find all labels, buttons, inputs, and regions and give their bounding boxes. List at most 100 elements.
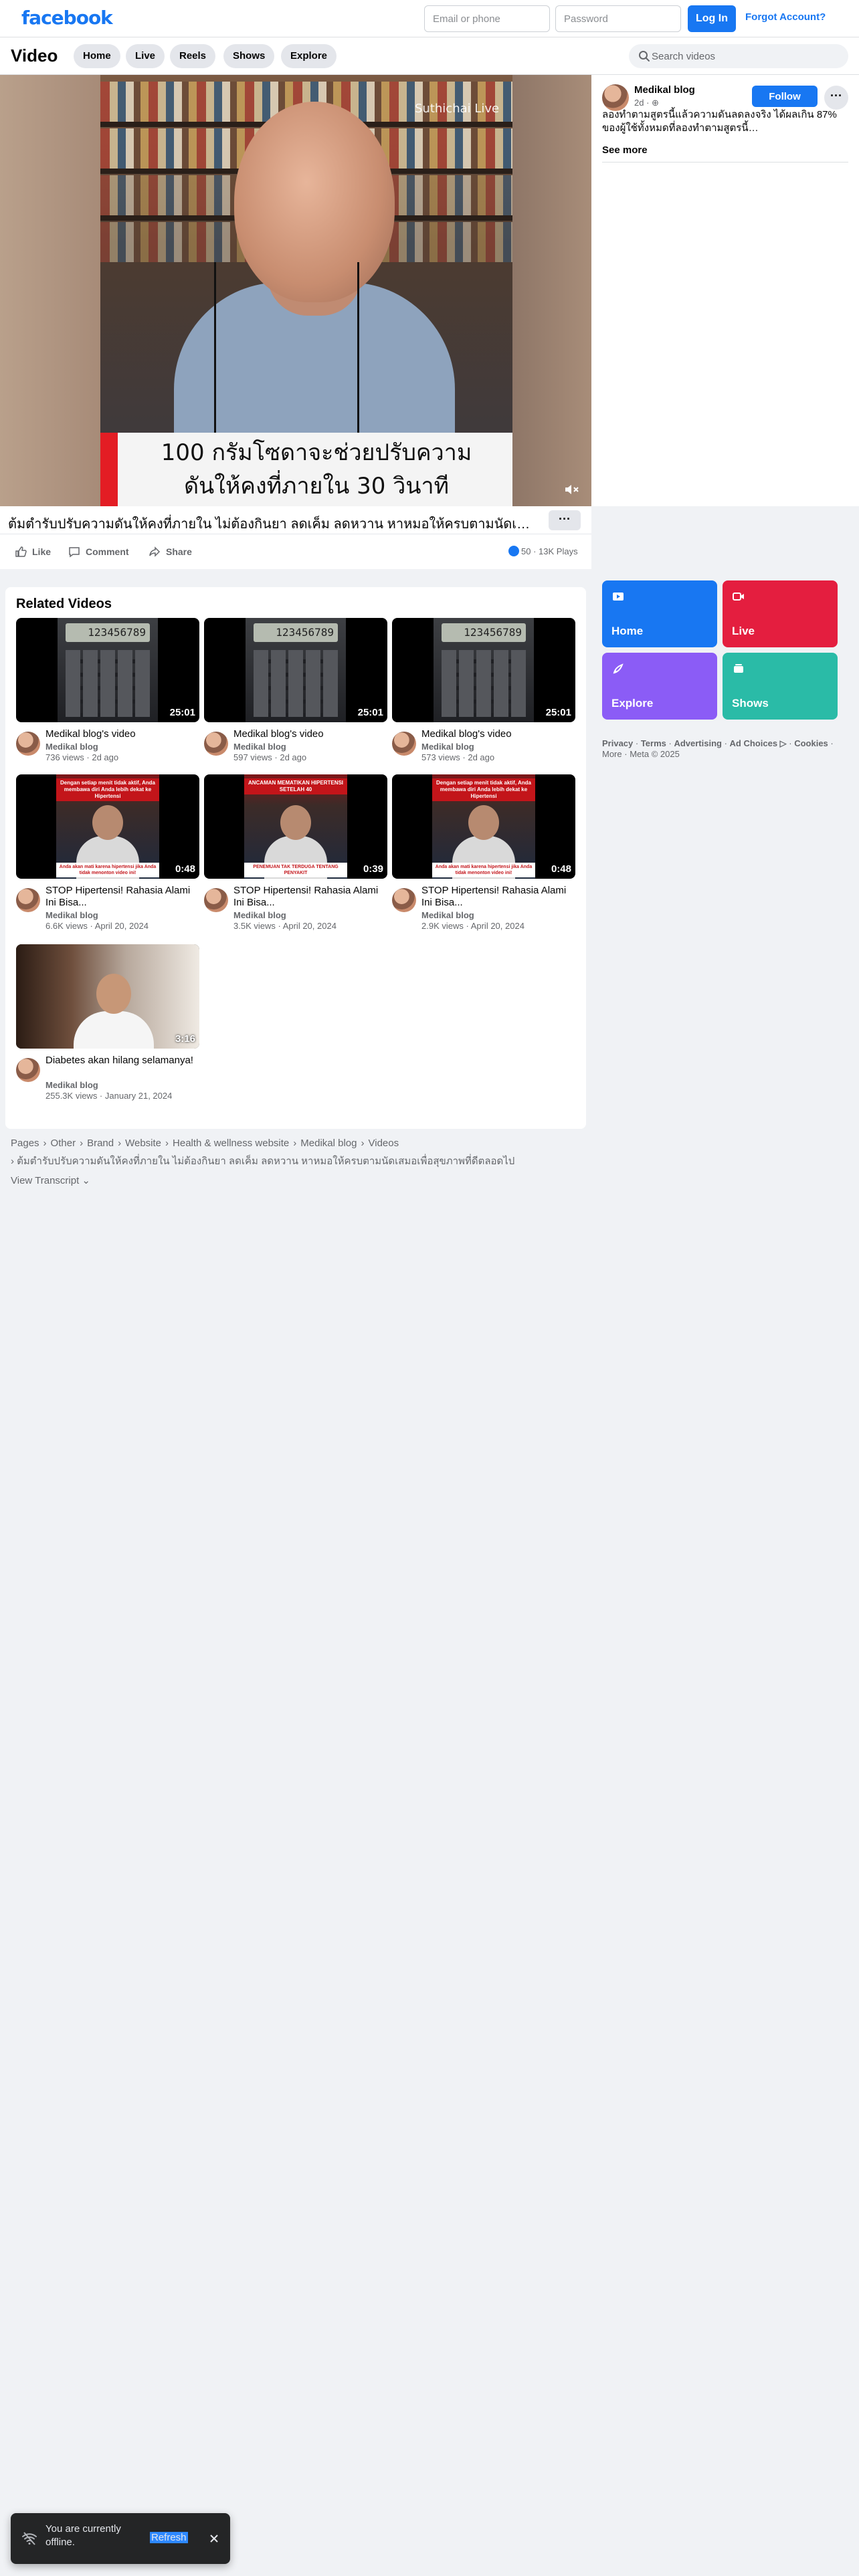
player-blur-right bbox=[512, 75, 591, 506]
tile-shows[interactable]: Shows bbox=[723, 653, 838, 720]
tile-explore[interactable]: Explore bbox=[602, 653, 717, 720]
video-title: ต้มตำรับปรับความดันให้คงที่ภายใน ไม่ต้อง… bbox=[8, 517, 537, 532]
footer-link-privacy[interactable]: Privacy bbox=[602, 738, 633, 748]
related-video-card[interactable]: 123456789 25:01 Medikal blog's video Medika… bbox=[392, 618, 575, 778]
mute-icon[interactable] bbox=[563, 481, 579, 498]
video-title[interactable]: Medikal blog's video bbox=[233, 728, 385, 740]
video-player[interactable]: Suthichai Live 100 กรัมโซดาจะช่วยปรับควา… bbox=[0, 75, 591, 506]
see-more-link[interactable]: See more bbox=[602, 144, 648, 156]
reaction-summary[interactable]: 50 · 13K Plays bbox=[508, 545, 578, 558]
like-button[interactable]: Like bbox=[15, 545, 51, 558]
related-video-card[interactable]: 123456789 25:01 Medikal blog's video Medika… bbox=[204, 618, 387, 778]
video-icon bbox=[613, 593, 624, 601]
tab-shows[interactable]: Shows bbox=[223, 44, 275, 68]
comment-button[interactable]: Comment bbox=[68, 545, 129, 558]
calculator-screen: 123456789 bbox=[442, 623, 526, 642]
page-title: Video bbox=[11, 45, 58, 66]
breadcrumb-item[interactable]: Brand bbox=[87, 1138, 114, 1149]
breadcrumb-item[interactable]: Health & wellness website bbox=[173, 1138, 289, 1149]
breadcrumb-item[interactable]: Website bbox=[125, 1138, 161, 1149]
channel-name[interactable]: Medikal blog bbox=[45, 910, 98, 920]
doctor-coat bbox=[74, 1011, 154, 1049]
breadcrumb-item[interactable]: Other bbox=[51, 1138, 76, 1149]
search-icon bbox=[639, 51, 650, 62]
channel-name[interactable]: Medikal blog bbox=[421, 910, 474, 920]
video-more-button[interactable]: ··· bbox=[549, 510, 581, 530]
tab-reels[interactable]: Reels bbox=[170, 44, 216, 68]
speaker-head bbox=[280, 805, 311, 840]
follow-button[interactable]: Follow bbox=[752, 86, 818, 107]
video-meta: 255.3K views · January 21, 2024 bbox=[45, 1091, 173, 1101]
channel-name[interactable]: Medikal blog bbox=[45, 742, 98, 752]
channel-name[interactable]: Medikal blog bbox=[421, 742, 474, 752]
related-video-card[interactable]: 3:16 Diabetes akan hilang selamanya! Medik… bbox=[16, 944, 199, 1105]
channel-name[interactable]: Medikal blog bbox=[634, 84, 695, 96]
breadcrumb-item[interactable]: Medikal blog bbox=[300, 1138, 357, 1149]
avatar[interactable] bbox=[392, 732, 416, 756]
video-title[interactable]: STOP Hipertensi! Rahasia Alami Ini Bisa.… bbox=[45, 885, 197, 909]
email-field[interactable] bbox=[424, 5, 550, 32]
share-button[interactable]: Share bbox=[149, 545, 192, 558]
thumbnail-subtitle: Anda akan mati karena hipertensi jika An… bbox=[56, 863, 159, 877]
footer-link-cookies[interactable]: Cookies bbox=[794, 738, 828, 748]
avatar[interactable] bbox=[204, 888, 228, 912]
channel-name[interactable]: Medikal blog bbox=[45, 1080, 98, 1090]
video-thumbnail[interactable]: Dengan setiap menit tidak aktif, Anda me… bbox=[16, 774, 199, 879]
view-transcript-link[interactable]: View Transcript ⌄ bbox=[11, 1174, 90, 1186]
password-field[interactable] bbox=[555, 5, 681, 32]
video-title-bar: ต้มตำรับปรับความดันให้คงที่ภายใน ไม่ต้อง… bbox=[0, 506, 591, 534]
login-button[interactable]: Log In bbox=[688, 5, 736, 32]
close-icon[interactable] bbox=[209, 2533, 219, 2544]
video-meta: 597 views · 2d ago bbox=[233, 752, 307, 762]
footer-copyright: Meta © 2025 bbox=[630, 749, 680, 759]
video-title[interactable]: Medikal blog's video bbox=[421, 728, 573, 740]
channel-name[interactable]: Medikal blog bbox=[233, 910, 286, 920]
avatar[interactable] bbox=[16, 732, 40, 756]
video-title[interactable]: Diabetes akan hilang selamanya! bbox=[45, 1055, 197, 1067]
related-video-card[interactable]: ANCAMAN MEMATIKAN HIPERTENSI SETELAH 40 P… bbox=[204, 774, 387, 935]
avatar[interactable] bbox=[392, 888, 416, 912]
related-videos-section: Related Videos 123456789 25:01 Medikal blo… bbox=[5, 587, 586, 1129]
avatar[interactable] bbox=[16, 1058, 40, 1082]
info-more-button[interactable]: ··· bbox=[824, 86, 848, 110]
avatar[interactable] bbox=[602, 84, 629, 111]
tile-live[interactable]: Live bbox=[723, 580, 838, 647]
related-video-card[interactable]: Dengan setiap menit tidak aktif, Anda me… bbox=[16, 774, 199, 935]
footer-links: Privacy · Terms · Advertising · Ad Choic… bbox=[602, 738, 834, 759]
footer-link-more[interactable]: More bbox=[602, 749, 622, 759]
avatar[interactable] bbox=[204, 732, 228, 756]
video-title[interactable]: STOP Hipertensi! Rahasia Alami Ini Bisa.… bbox=[421, 885, 573, 909]
post-time[interactable]: 2d · ⊕ bbox=[634, 98, 659, 108]
channel-name[interactable]: Medikal blog bbox=[233, 742, 286, 752]
thumbnail-banner: ANCAMAN MEMATIKAN HIPERTENSI SETELAH 40 bbox=[244, 778, 347, 794]
related-video-card[interactable]: 123456789 25:01 Medikal blog's video Medika… bbox=[16, 618, 199, 778]
tab-live[interactable]: Live bbox=[126, 44, 165, 68]
forgot-account-link[interactable]: Forgot Account? bbox=[745, 11, 826, 23]
footer-link-terms[interactable]: Terms bbox=[641, 738, 666, 748]
share-label: Share bbox=[166, 546, 192, 557]
related-video-card[interactable]: Dengan setiap menit tidak aktif, Anda me… bbox=[392, 774, 575, 935]
footer-link-ad-choices[interactable]: Ad Choices ▷ bbox=[730, 738, 787, 748]
video-title[interactable]: Medikal blog's video bbox=[45, 728, 197, 740]
video-thumbnail[interactable]: ANCAMAN MEMATIKAN HIPERTENSI SETELAH 40 P… bbox=[204, 774, 387, 879]
video-thumbnail[interactable]: 123456789 25:01 bbox=[16, 618, 199, 722]
search-input[interactable] bbox=[652, 44, 839, 68]
tile-home[interactable]: Home bbox=[602, 580, 717, 647]
facebook-logo[interactable]: facebook bbox=[21, 7, 113, 29]
footer-link-advertising[interactable]: Advertising bbox=[674, 738, 722, 748]
breadcrumb-item[interactable]: Videos bbox=[369, 1138, 399, 1149]
related-videos-title: Related Videos bbox=[16, 597, 112, 611]
video-thumbnail[interactable]: 123456789 25:01 bbox=[392, 618, 575, 722]
calculator-image: 123456789 bbox=[434, 618, 534, 722]
video-duration: 0:39 bbox=[363, 863, 383, 875]
video-thumbnail[interactable]: 3:16 bbox=[16, 944, 199, 1049]
breadcrumb-item[interactable]: Pages bbox=[11, 1138, 39, 1149]
video-title[interactable]: STOP Hipertensi! Rahasia Alami Ini Bisa.… bbox=[233, 885, 385, 909]
tab-explore[interactable]: Explore bbox=[281, 44, 337, 68]
video-thumbnail[interactable]: Dengan setiap menit tidak aktif, Anda me… bbox=[392, 774, 575, 879]
avatar[interactable] bbox=[16, 888, 40, 912]
tab-home[interactable]: Home bbox=[74, 44, 120, 68]
breadcrumb-current-text: ต้มตำรับปรับความดันให้คงที่ภายใน ไม่ต้อง… bbox=[17, 1156, 515, 1167]
video-thumbnail[interactable]: 123456789 25:01 bbox=[204, 618, 387, 722]
refresh-button[interactable]: Refresh bbox=[150, 2532, 188, 2543]
